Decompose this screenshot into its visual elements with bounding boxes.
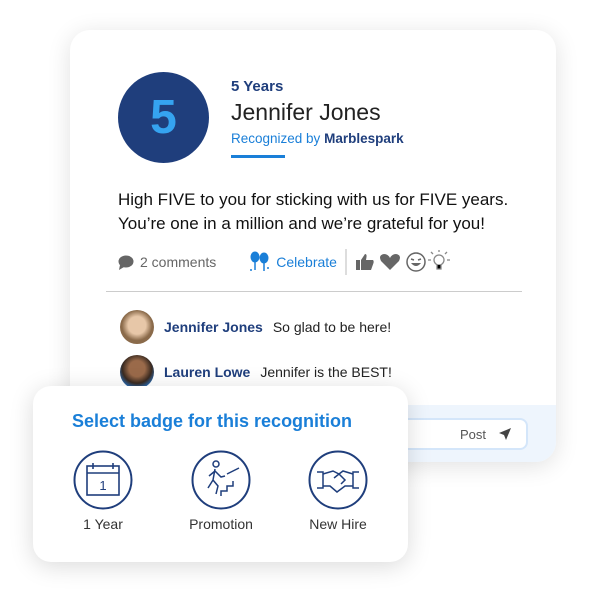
years-label: 5 Years: [231, 78, 284, 95]
comments-button[interactable]: 2 comments: [118, 254, 216, 270]
avatar[interactable]: [120, 310, 154, 344]
calendar-icon: 1: [73, 450, 133, 510]
accent-underline: [231, 155, 285, 158]
separator: [344, 249, 347, 275]
comment-icon: [118, 255, 134, 270]
action-bar: 2 comments Celebrate: [118, 249, 451, 275]
recognized-by: Recognized by Marblespark: [231, 131, 404, 146]
thumbs-up-icon[interactable]: [355, 252, 375, 272]
badge-picker: Select badge for this recognition 1 1 Ye…: [33, 386, 408, 562]
handshake-icon: [308, 450, 368, 510]
balloons-icon: [250, 251, 270, 271]
recognizer-name[interactable]: Marblespark: [324, 131, 404, 146]
comment-row: Jennifer Jones So glad to be here!: [120, 310, 391, 344]
badge-new-hire[interactable]: New Hire: [288, 450, 388, 532]
badge-promotion[interactable]: Promotion: [171, 450, 271, 532]
post-button[interactable]: Post: [460, 427, 486, 442]
comment-row: Lauren Lowe Jennifer is the BEST!: [120, 355, 392, 389]
stairs-climb-icon: [191, 450, 251, 510]
divider: [106, 291, 522, 292]
lightbulb-icon[interactable]: [427, 250, 451, 274]
years-badge: 5: [118, 72, 209, 163]
celebrate-button[interactable]: Celebrate: [248, 250, 337, 274]
recipient-name[interactable]: Jennifer Jones: [231, 99, 381, 126]
recognition-message: High FIVE to you for sticking with us fo…: [118, 190, 509, 233]
comment-input[interactable]: Post: [400, 418, 528, 450]
send-icon[interactable]: [498, 427, 512, 441]
heart-icon[interactable]: [379, 252, 401, 272]
laugh-icon[interactable]: [405, 251, 427, 273]
badge-1-year[interactable]: 1 1 Year: [53, 450, 153, 532]
badge-picker-title: Select badge for this recognition: [72, 411, 353, 431]
svg-text:1: 1: [99, 478, 106, 493]
avatar[interactable]: [120, 355, 154, 389]
